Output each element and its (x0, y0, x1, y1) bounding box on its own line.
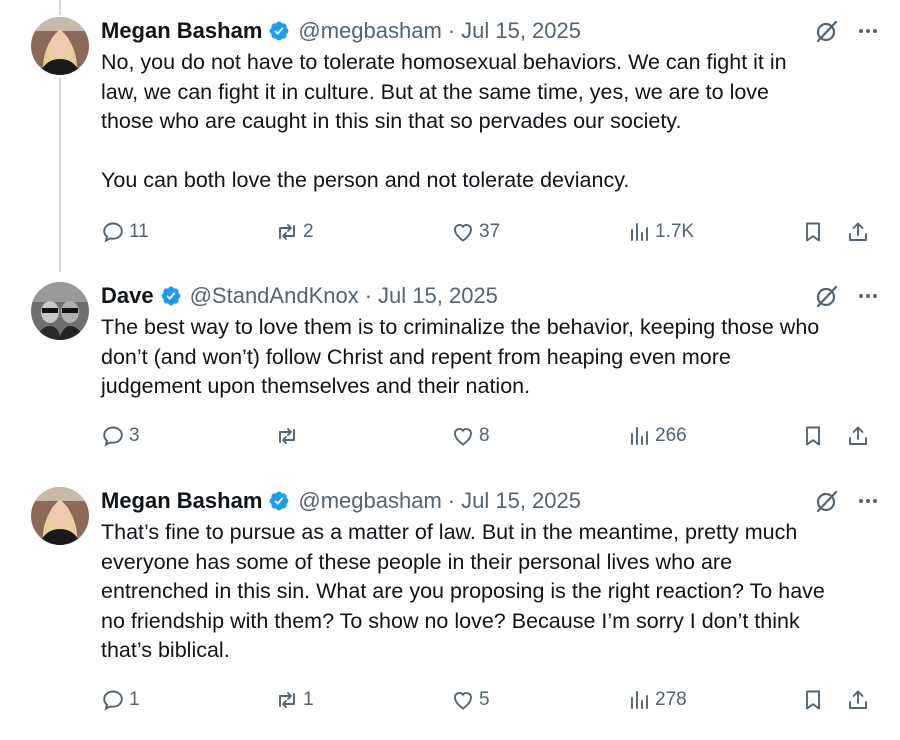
views-button[interactable]: 266 (627, 422, 687, 450)
avatar[interactable] (31, 282, 89, 340)
bookmark-button[interactable] (801, 218, 825, 246)
repost-icon (279, 224, 295, 240)
share-button[interactable] (846, 422, 870, 450)
share-button[interactable] (846, 218, 870, 246)
reply-count: 11 (129, 221, 149, 242)
share-icon (849, 222, 867, 241)
separator: · (447, 18, 456, 43)
views-icon (631, 691, 648, 709)
tweet[interactable]: Megan Basham @megbasham · Jul 15, 2025 T… (0, 475, 900, 740)
separator: · (447, 488, 456, 513)
more-icon[interactable] (856, 489, 880, 513)
grok-icon[interactable] (814, 18, 840, 44)
author-handle[interactable]: @megbasham (298, 488, 441, 514)
view-count: 278 (655, 689, 687, 710)
like-icon (454, 692, 472, 710)
views-icon (631, 427, 648, 445)
like-count: 5 (479, 689, 490, 710)
author-handle[interactable]: @megbasham (298, 18, 441, 44)
repost-icon (279, 692, 295, 708)
tweet-date[interactable]: Jul 15, 2025 (461, 488, 581, 514)
reply-button[interactable]: 1 (101, 686, 140, 714)
repost-icon (279, 428, 295, 444)
bookmark-icon (806, 222, 820, 242)
tweet-text: No, you do not have to tolerate homosexu… (101, 50, 787, 192)
repost-count: 2 (303, 221, 314, 242)
reply-button[interactable]: 11 (101, 218, 149, 246)
views-button[interactable]: 278 (627, 686, 687, 714)
repost-button[interactable] (275, 422, 303, 450)
reply-icon (103, 690, 123, 711)
tweet-date[interactable]: Jul 15, 2025 (461, 18, 581, 44)
more-icon[interactable] (856, 284, 880, 308)
like-count: 8 (479, 425, 490, 446)
avatar[interactable] (31, 17, 89, 75)
repost-button[interactable]: 2 (275, 218, 314, 246)
reply-count: 1 (129, 689, 140, 710)
action-bar: 11 2 37 1.7K (101, 218, 871, 246)
author-name[interactable]: Megan Basham (101, 488, 262, 514)
share-icon (849, 426, 867, 445)
views-icon (631, 223, 648, 241)
bookmark-button[interactable] (801, 686, 825, 714)
share-button[interactable] (846, 686, 870, 714)
verified-badge-icon (160, 285, 182, 307)
verified-badge-icon (268, 490, 290, 512)
tweet-date[interactable]: Jul 15, 2025 (378, 283, 498, 309)
tweet-text: The best way to love them is to criminal… (101, 315, 820, 398)
views-button[interactable]: 1.7K (627, 218, 694, 246)
like-button[interactable]: 37 (451, 218, 500, 246)
action-bar: 3 8 266 (101, 422, 871, 450)
reply-icon (103, 426, 123, 447)
verified-badge-icon (268, 20, 290, 42)
separator: · (364, 283, 373, 308)
view-count: 266 (655, 425, 687, 446)
author-name[interactable]: Dave (101, 283, 154, 309)
author-name[interactable]: Megan Basham (101, 18, 262, 44)
author-handle[interactable]: @StandAndKnox (190, 283, 359, 309)
repost-count: 1 (303, 689, 314, 710)
tweet[interactable]: Megan Basham @megbasham · Jul 15, 2025 N… (0, 0, 900, 270)
bookmark-icon (806, 690, 820, 710)
bookmark-button[interactable] (801, 422, 825, 450)
share-icon (849, 690, 867, 709)
more-icon[interactable] (856, 19, 880, 43)
reply-count: 3 (129, 425, 140, 446)
like-count: 37 (479, 221, 501, 242)
like-button[interactable]: 8 (451, 422, 490, 450)
grok-icon[interactable] (814, 283, 840, 309)
avatar[interactable] (31, 487, 89, 545)
grok-icon[interactable] (814, 488, 840, 514)
action-bar: 1 1 5 278 (101, 686, 871, 714)
view-count: 1.7K (655, 221, 695, 242)
tweet-text: That’s fine to pursue as a matter of law… (101, 520, 825, 662)
reply-icon (103, 222, 123, 243)
bookmark-icon (806, 426, 820, 446)
repost-button[interactable]: 1 (275, 686, 314, 714)
like-icon (454, 224, 472, 242)
tweet[interactable]: Dave @StandAndKnox · Jul 15, 2025 The be… (0, 270, 900, 475)
like-button[interactable]: 5 (451, 686, 490, 714)
reply-button[interactable]: 3 (101, 422, 140, 450)
like-icon (454, 428, 472, 446)
